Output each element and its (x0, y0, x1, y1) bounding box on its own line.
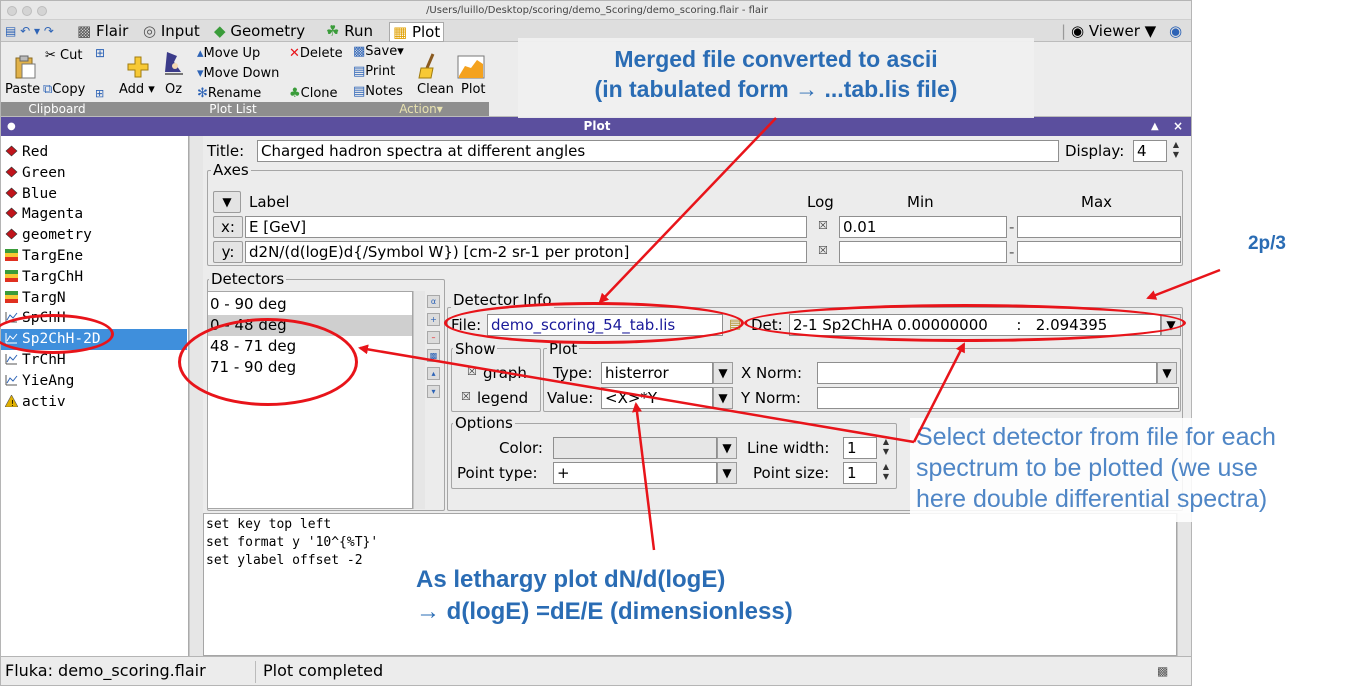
arrow-select-to-detectors (358, 344, 915, 444)
annotation-arrows (358, 117, 1221, 551)
arrow-merged-to-file (598, 117, 777, 304)
arrow-2pi-to-det (1146, 268, 1221, 300)
arrow-lethargy-to-value (632, 402, 656, 551)
arrow-select-to-det (912, 342, 966, 443)
